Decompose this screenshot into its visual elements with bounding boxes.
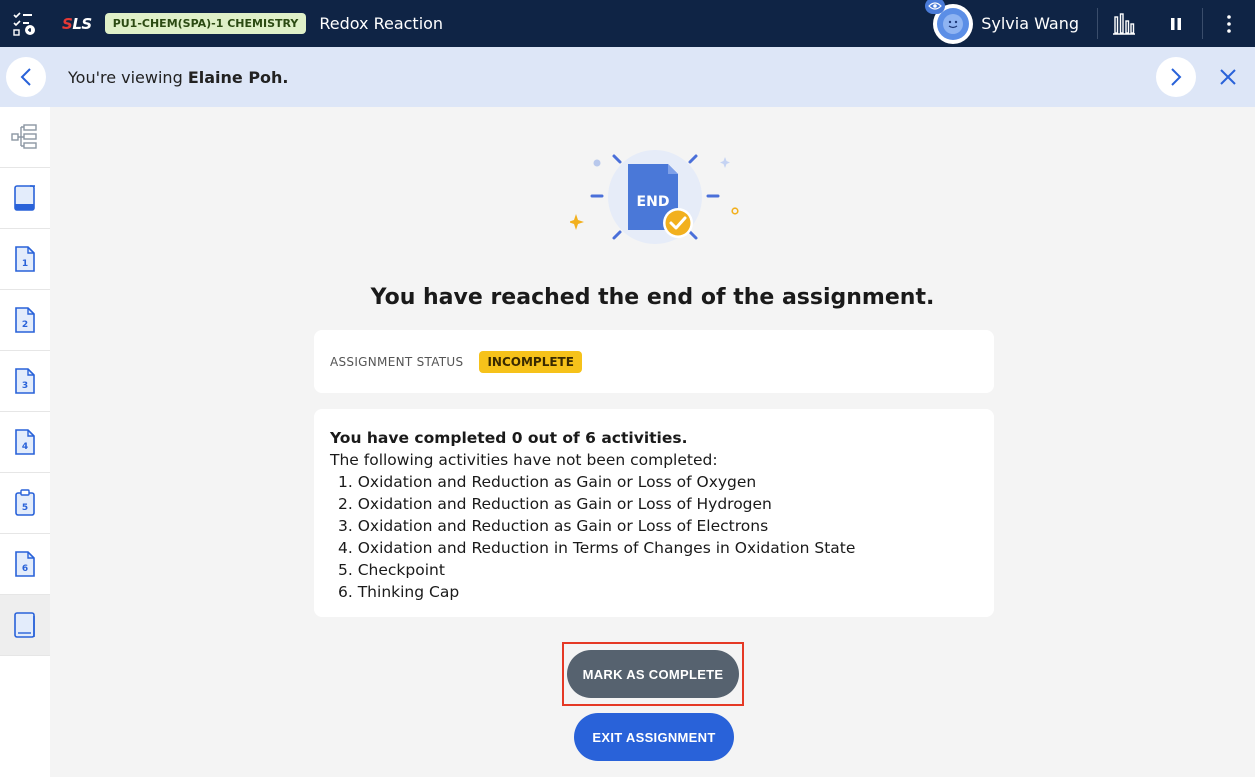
sidebar-item-activity-2[interactable]: 2 bbox=[0, 290, 50, 351]
book-end-icon bbox=[14, 612, 35, 638]
page-icon: 1 bbox=[15, 246, 35, 272]
incomplete-subtext: The following activities have not been c… bbox=[330, 451, 718, 469]
svg-text:1: 1 bbox=[22, 259, 28, 269]
tree-structure-icon bbox=[11, 124, 37, 149]
assignment-status-card: ASSIGNMENT STATUS INCOMPLETE bbox=[314, 330, 994, 393]
incomplete-activity-list: 1. Oxidation and Reduction as Gain or Lo… bbox=[330, 471, 978, 603]
list-item: 3. Oxidation and Reduction as Gain or Lo… bbox=[338, 517, 769, 535]
svg-text:5: 5 bbox=[22, 503, 28, 513]
svg-text:3: 3 bbox=[22, 381, 28, 391]
sidebar-item-end[interactable] bbox=[0, 595, 50, 656]
svg-text:4: 4 bbox=[22, 442, 28, 452]
avatar[interactable] bbox=[925, 0, 974, 44]
svg-text:END: END bbox=[637, 194, 670, 210]
main-content: END You have reached the end of the assi… bbox=[50, 107, 1255, 777]
chevron-right-icon bbox=[1171, 68, 1182, 86]
end-document-icon: END bbox=[570, 150, 739, 244]
top-bar: SLS PU1-CHEM(SPA)-1 CHEMISTRY Redox Reac… bbox=[0, 0, 1255, 47]
sidebar-item-cover[interactable] bbox=[0, 168, 50, 229]
clipboard-icon: 5 bbox=[15, 489, 35, 516]
sidebar-item-structure[interactable] bbox=[0, 107, 50, 168]
sidebar-item-activity-6[interactable]: 6 bbox=[0, 534, 50, 595]
sidebar: 1 2 3 4 5 6 bbox=[0, 107, 50, 777]
page-icon: 4 bbox=[15, 429, 35, 455]
sidebar-item-activity-1[interactable]: 1 bbox=[0, 229, 50, 290]
sls-logo[interactable]: SLS bbox=[62, 15, 92, 33]
svg-text:2: 2 bbox=[22, 320, 28, 330]
close-icon[interactable] bbox=[1208, 57, 1248, 97]
course-badge: PU1-CHEM(SPA)-1 CHEMISTRY bbox=[104, 13, 307, 34]
svg-text:6: 6 bbox=[22, 564, 28, 574]
chevron-left-icon bbox=[20, 68, 31, 86]
highlight-box: MARK AS COMPLETE bbox=[562, 642, 744, 706]
bar-chart-icon[interactable] bbox=[1098, 0, 1150, 47]
mark-as-complete-button[interactable]: MARK AS COMPLETE bbox=[567, 650, 739, 698]
status-badge: INCOMPLETE bbox=[479, 350, 582, 373]
viewing-label: You're viewing Elaine Poh. bbox=[68, 67, 289, 87]
completion-summary: You have completed 0 out of 6 activities… bbox=[330, 429, 688, 447]
sidebar-item-activity-3[interactable]: 3 bbox=[0, 351, 50, 412]
activities-summary-card: You have completed 0 out of 6 activities… bbox=[314, 409, 994, 617]
next-student-button[interactable] bbox=[1156, 57, 1196, 97]
page-icon: 3 bbox=[15, 368, 35, 394]
list-item: 5. Checkpoint bbox=[338, 561, 445, 579]
page-icon: 2 bbox=[15, 307, 35, 333]
list-item: 4. Oxidation and Reduction in Terms of C… bbox=[338, 539, 856, 557]
exit-assignment-button[interactable]: EXIT ASSIGNMENT bbox=[574, 713, 734, 761]
list-item: 1. Oxidation and Reduction as Gain or Lo… bbox=[338, 473, 757, 491]
apps-menu-icon[interactable] bbox=[0, 0, 50, 47]
user-name[interactable]: Sylvia Wang bbox=[981, 14, 1079, 33]
student-name: Elaine Poh. bbox=[187, 67, 289, 87]
more-options-icon[interactable] bbox=[1203, 0, 1255, 47]
list-item: 6. Thinking Cap bbox=[338, 583, 460, 601]
sidebar-item-activity-4[interactable]: 4 bbox=[0, 412, 50, 473]
pause-icon[interactable] bbox=[1150, 0, 1202, 47]
lesson-title: Redox Reaction bbox=[319, 14, 444, 33]
previous-student-button[interactable] bbox=[6, 57, 46, 97]
student-viewing-bar: You're viewing Elaine Poh. bbox=[0, 47, 1255, 107]
sidebar-item-activity-5[interactable]: 5 bbox=[0, 473, 50, 534]
page-icon: 6 bbox=[15, 551, 35, 577]
eye-icon bbox=[925, 0, 946, 14]
list-item: 2. Oxidation and Reduction as Gain or Lo… bbox=[338, 495, 772, 513]
book-cover-icon bbox=[14, 185, 35, 211]
end-heading: You have reached the end of the assignme… bbox=[370, 285, 935, 310]
status-label: ASSIGNMENT STATUS bbox=[330, 354, 464, 369]
